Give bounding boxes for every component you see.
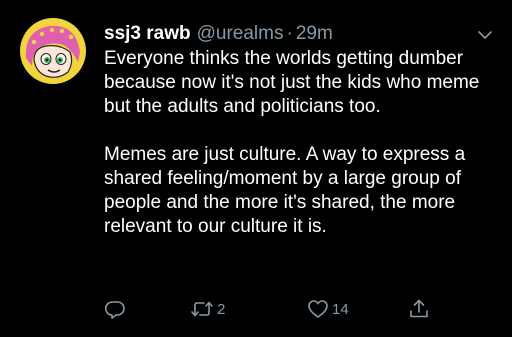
like-count: 14 — [332, 300, 349, 318]
share-button[interactable] — [408, 296, 430, 322]
user-handle[interactable]: @urealms — [197, 21, 284, 47]
tweet-paragraph: Memes are just culture. A way to express… — [104, 144, 466, 237]
tweet-header: ssj3 rawb @urealms · 29m — [104, 21, 333, 47]
retweet-count: 2 — [217, 300, 226, 318]
display-name[interactable]: ssj3 rawb — [104, 21, 191, 47]
chevron-down-icon[interactable] — [474, 24, 496, 46]
share-icon — [408, 298, 430, 320]
reply-button[interactable] — [104, 296, 129, 322]
avatar-image — [20, 18, 86, 84]
timestamp[interactable]: 29m — [296, 21, 333, 47]
reply-icon — [104, 298, 126, 320]
tweet-text: Everyone thinks the worlds getting dumbe… — [104, 47, 499, 239]
separator: · — [286, 23, 293, 44]
avatar[interactable] — [20, 18, 86, 84]
retweet-button[interactable]: 2 — [190, 296, 225, 322]
tweet[interactable]: ssj3 rawb @urealms · 29m Everyone thinks… — [0, 0, 512, 337]
like-button[interactable]: 14 — [307, 296, 349, 322]
tweet-paragraph: Everyone thinks the worlds getting dumbe… — [104, 48, 480, 117]
tweet-actions: 2 14 — [104, 296, 444, 322]
heart-icon — [307, 298, 329, 320]
retweet-icon — [190, 298, 214, 320]
